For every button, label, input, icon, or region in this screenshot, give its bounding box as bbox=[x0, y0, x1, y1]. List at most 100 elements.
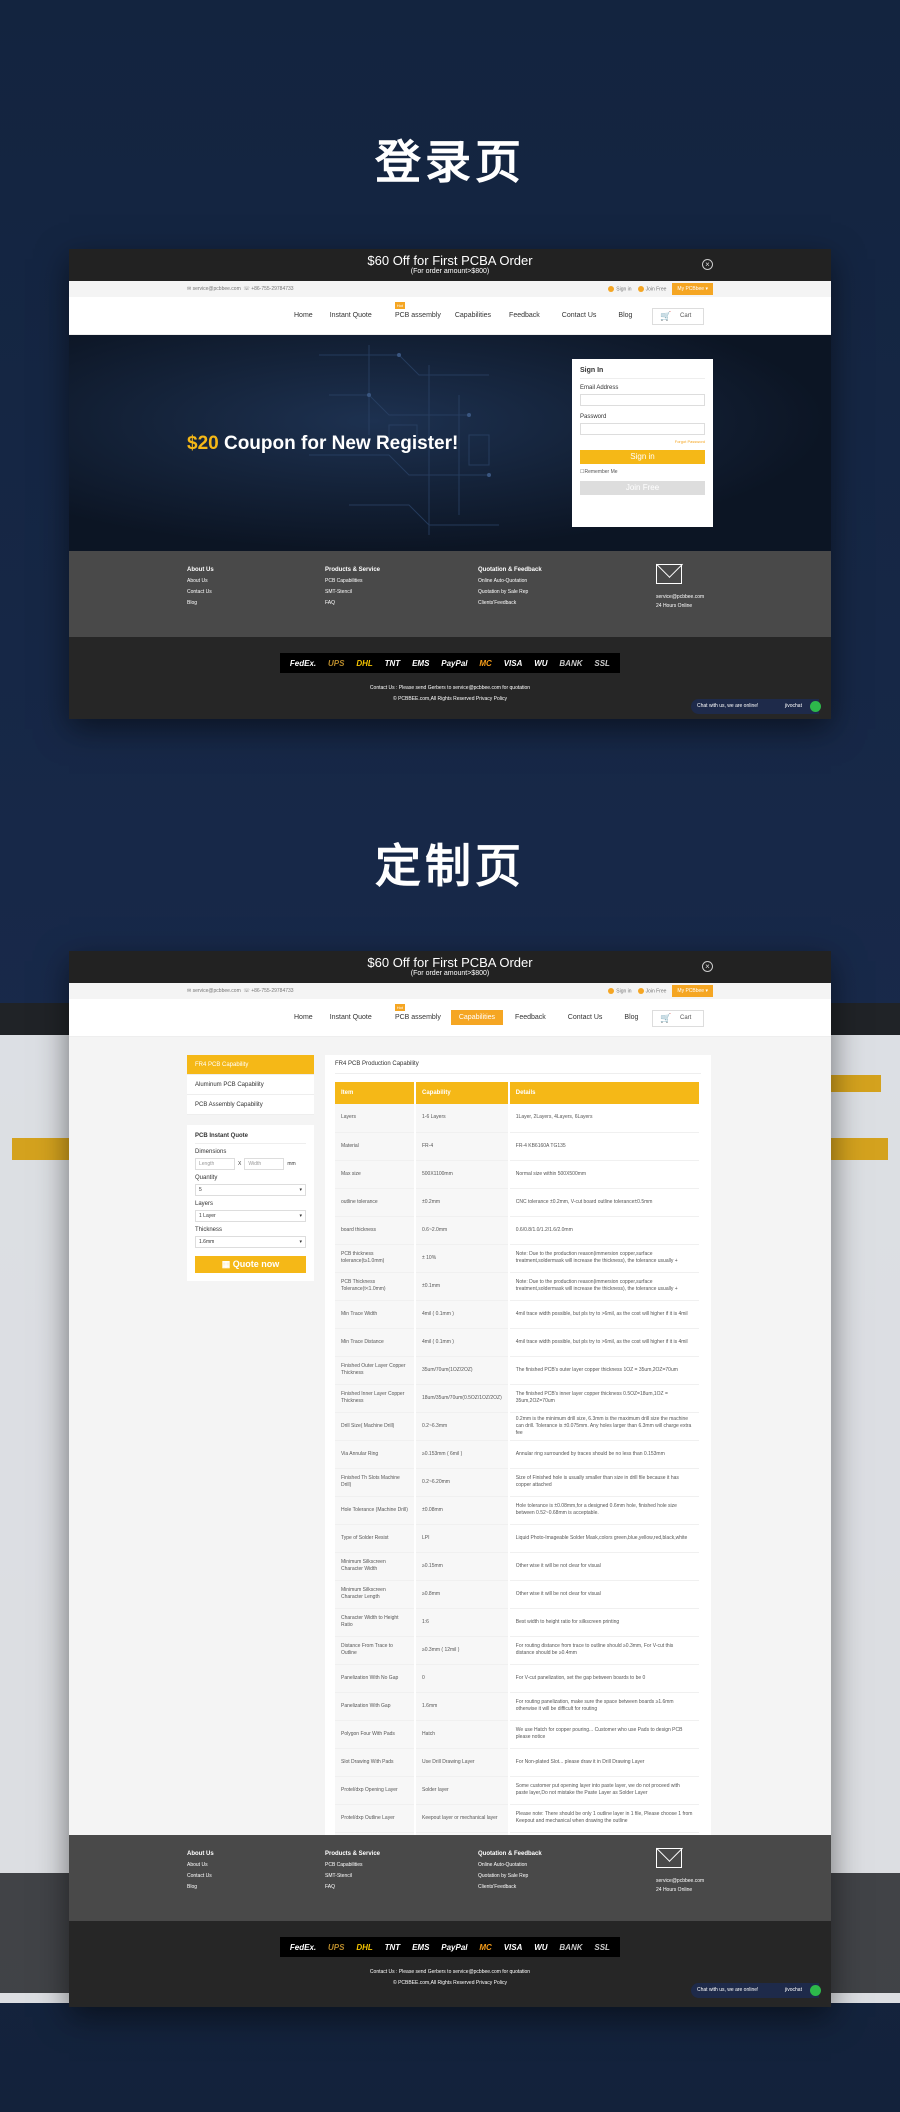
footer-hours: 24 Hours Online bbox=[656, 603, 693, 609]
signin-link[interactable]: Sign in bbox=[608, 987, 632, 994]
cell-item: Character Width to Height Ratio bbox=[335, 1608, 416, 1637]
join-free-button[interactable]: Join Free bbox=[580, 481, 705, 495]
footer-link[interactable]: PCB Capabilities bbox=[325, 576, 380, 587]
nav-contact[interactable]: Contact Us bbox=[562, 312, 597, 319]
nav-instant-quote[interactable]: Instant Quote bbox=[330, 1014, 372, 1025]
cart-button[interactable]: 🛒 Cart bbox=[652, 1010, 704, 1027]
remember-me-checkbox[interactable]: ☐Remember Me bbox=[580, 469, 705, 475]
quote-now-button[interactable]: ▦ Quote now bbox=[195, 1256, 306, 1273]
table-row: Max size 500X1100mm Normal size within 500… bbox=[335, 1160, 702, 1189]
topbar-email[interactable]: service@pcbbee.com bbox=[193, 286, 241, 292]
join-link[interactable]: Join Free bbox=[637, 285, 666, 292]
footer-link[interactable]: Contact Us bbox=[187, 587, 214, 598]
footer-email[interactable]: service@pcbbee.com bbox=[656, 1877, 704, 1886]
cart-button[interactable]: 🛒 Cart bbox=[652, 308, 704, 325]
my-pcbbee-button[interactable]: My PCBbee ▾ bbox=[672, 985, 713, 997]
footer-link[interactable]: About Us bbox=[187, 576, 214, 587]
my-pcbbee-button[interactable]: My PCBbee ▾ bbox=[672, 283, 713, 295]
layers-select[interactable]: 1 Layer ▾ bbox=[195, 1210, 306, 1222]
cell-details: Liquid Photo-Imageable Solder Mask,color… bbox=[508, 1524, 702, 1553]
footer-link[interactable]: Quotation by Sale Rep bbox=[478, 587, 542, 598]
footer-link[interactable]: PCB Capabilities bbox=[325, 1860, 380, 1871]
sidebar-item-fr4[interactable]: FR4 PCB Capability bbox=[187, 1055, 314, 1075]
nav-pcb-assembly[interactable]: Hot PCB assembly bbox=[385, 1004, 441, 1025]
promo-banner[interactable]: $60 Off for First PCBA Order (For order … bbox=[69, 951, 831, 983]
footer-link[interactable]: Online Auto-Quotation bbox=[478, 576, 542, 587]
footer-email[interactable]: service@pcbbee.com bbox=[656, 593, 704, 602]
thickness-select[interactable]: 1.6mm ▾ bbox=[195, 1236, 306, 1248]
footer-link[interactable]: About Us bbox=[187, 1860, 214, 1871]
nav-home[interactable]: Home bbox=[294, 1014, 313, 1025]
cell-capability: Solder layer bbox=[415, 1776, 510, 1805]
bottom-bar: FedEx. UPS DHL TNT EMS PayPal MC VISA WU… bbox=[69, 1921, 831, 2007]
close-icon[interactable]: × bbox=[702, 259, 713, 270]
topbar-phone: +86-755-29784733 bbox=[251, 988, 294, 994]
cell-details: 0.2mm is the minimum drill size, 6.3mm i… bbox=[508, 1412, 702, 1441]
cell-item: Slot Drawing With Pads bbox=[335, 1748, 416, 1777]
footer-link[interactable]: Blog bbox=[187, 598, 214, 609]
close-icon[interactable]: × bbox=[702, 961, 713, 972]
table-row: Finished Th Slots Machine Drill) 0.2~6.20… bbox=[335, 1468, 702, 1497]
footer-link[interactable]: Contact Us bbox=[187, 1871, 214, 1882]
footer-col3-title: Quotation & Feedback bbox=[478, 1851, 542, 1857]
table-row: Min Trace Width 4mil ( 0.1mm ) 4mil trace … bbox=[335, 1300, 702, 1329]
join-link[interactable]: Join Free bbox=[637, 987, 666, 994]
nav-capabilities[interactable]: Capabilities bbox=[455, 312, 491, 319]
cell-capability: 4mil ( 0.1mm ) bbox=[415, 1300, 510, 1329]
nav-pcb-assembly[interactable]: Hot PCB assembly bbox=[385, 302, 441, 319]
ssl-logo: SSL bbox=[594, 658, 610, 668]
nav-capabilities-active[interactable]: Capabilities bbox=[450, 1010, 504, 1025]
cell-capability: ± 10% bbox=[415, 1244, 510, 1273]
nav-blog[interactable]: Blog bbox=[624, 1014, 638, 1025]
nav-home[interactable]: Home bbox=[294, 312, 313, 319]
nav-contact[interactable]: Contact Us bbox=[568, 1014, 603, 1025]
cell-details: Normal size within 500X500mm bbox=[508, 1160, 702, 1189]
fedex-logo: FedEx. bbox=[289, 658, 317, 668]
width-input[interactable]: Width bbox=[244, 1158, 285, 1170]
signin-link[interactable]: Sign in bbox=[608, 285, 632, 292]
footer-link[interactable]: Quotation by Sale Rep bbox=[478, 1871, 542, 1882]
footer-link[interactable]: SMT-Stencil bbox=[325, 587, 380, 598]
password-field[interactable] bbox=[580, 423, 705, 435]
cell-capability: ±0.08mm bbox=[415, 1496, 510, 1525]
col-header-capability: Capability bbox=[415, 1082, 510, 1104]
cell-capability: 500X1100mm bbox=[415, 1160, 510, 1189]
hot-badge: Hot bbox=[394, 302, 405, 309]
nav-feedback[interactable]: Feedback bbox=[515, 1014, 546, 1025]
panel-title: FR4 PCB Production Capability bbox=[335, 1059, 701, 1074]
footer-link[interactable]: Clients'Feedback bbox=[478, 1882, 542, 1893]
nav-feedback[interactable]: Feedback bbox=[509, 312, 540, 319]
cell-capability: Use Drill Drawing Layer bbox=[415, 1748, 510, 1777]
sidebar-item-aluminum[interactable]: Aluminum PCB Capability bbox=[187, 1075, 314, 1095]
cell-details: FR-4 KB6160A TG135 bbox=[508, 1132, 702, 1161]
sidebar-item-assembly[interactable]: PCB Assembly Capability bbox=[187, 1095, 314, 1115]
cell-item: Finished Inner Layer Copper Thickness bbox=[335, 1384, 416, 1413]
footer-link[interactable]: FAQ bbox=[325, 598, 380, 609]
signin-button[interactable]: Sign in bbox=[580, 450, 705, 464]
promo-banner[interactable]: $60 Off for First PCBA Order (For order … bbox=[69, 249, 831, 281]
email-field[interactable] bbox=[580, 394, 705, 406]
forgot-password-link[interactable]: Forgot Password bbox=[580, 439, 705, 444]
cell-capability: 0.2~6.3mm bbox=[415, 1412, 510, 1441]
cell-details: For V-cut panelization, set the gap betw… bbox=[508, 1664, 702, 1693]
length-input[interactable]: Length bbox=[195, 1158, 235, 1170]
ups-logo: UPS bbox=[328, 658, 345, 668]
chat-text: Chat with us, we are online! bbox=[697, 1987, 759, 1993]
nav-instant-quote[interactable]: Instant Quote bbox=[330, 312, 372, 319]
footer-link[interactable]: SMT-Stencil bbox=[325, 1871, 380, 1882]
cell-details: 4mil trace width possible, but pls try t… bbox=[508, 1328, 702, 1357]
footer-link[interactable]: Online Auto-Quotation bbox=[478, 1860, 542, 1871]
footer-link[interactable]: Blog bbox=[187, 1882, 214, 1893]
footer-link[interactable]: Clients'Feedback bbox=[478, 598, 542, 609]
ghost-left-page bbox=[0, 1003, 69, 2003]
layers-label: Layers bbox=[195, 1201, 214, 1207]
quantity-select[interactable]: 5 ▾ bbox=[195, 1184, 306, 1196]
footer-link[interactable]: FAQ bbox=[325, 1882, 380, 1893]
topbar-email[interactable]: service@pcbbee.com bbox=[193, 988, 241, 994]
chat-widget[interactable]: Chat with us, we are online! jivochat bbox=[691, 699, 821, 714]
nav-blog[interactable]: Blog bbox=[618, 312, 632, 319]
table-row: Character Width to Height Ratio 1:6 Best w… bbox=[335, 1608, 702, 1637]
footer: About Us About Us Contact Us Blog Produc… bbox=[69, 1835, 831, 1921]
hot-badge: Hot bbox=[394, 1004, 405, 1011]
chat-widget[interactable]: Chat with us, we are online! jivochat bbox=[691, 1983, 821, 1998]
